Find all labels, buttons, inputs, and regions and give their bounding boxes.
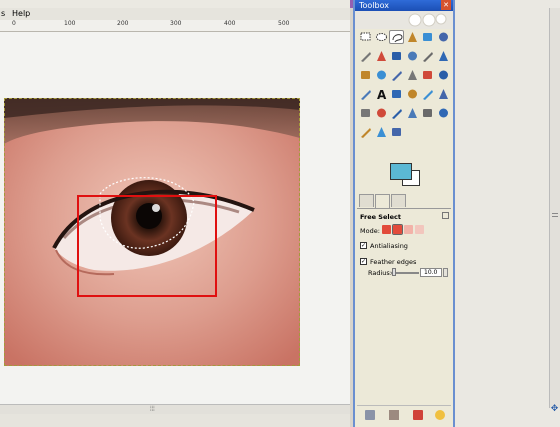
tool-fuzzy-select-icon[interactable] <box>405 30 420 44</box>
delete-options-icon[interactable] <box>413 410 423 420</box>
status-bar <box>0 414 350 427</box>
mode-add-icon[interactable] <box>392 224 403 235</box>
antialiasing-checkbox[interactable]: ✓ <box>360 242 367 249</box>
ruler-tick: 500 <box>278 20 290 27</box>
radius-spinner[interactable] <box>443 268 448 277</box>
tool-perspective-icon[interactable] <box>420 68 435 82</box>
image-window: s Help 0 100 200 300 400 500 ⦙⦙⦙ <box>0 0 350 427</box>
radius-input[interactable]: 10.0 <box>420 268 442 277</box>
restore-options-icon[interactable] <box>389 410 399 420</box>
color-area[interactable] <box>385 160 425 190</box>
feather-edges-label: Feather edges <box>370 258 417 266</box>
tool-flip-icon[interactable] <box>436 68 451 82</box>
mode-label: Mode: <box>360 227 380 235</box>
toolbox-title[interactable]: Toolbox <box>355 0 453 11</box>
tool-text-icon[interactable]: A <box>374 87 389 101</box>
ruler-tick: 200 <box>117 20 129 27</box>
tool-cage-transform-icon[interactable] <box>358 87 373 101</box>
toolbox-bottom-buttons <box>357 405 451 424</box>
tool-paintbrush-icon[interactable] <box>436 87 451 101</box>
tool-smudge-icon[interactable] <box>374 125 389 139</box>
tool-dodge-burn-icon[interactable] <box>389 125 404 139</box>
tab-menu-icon[interactable] <box>442 212 449 219</box>
tool-airbrush-icon[interactable] <box>374 106 389 120</box>
tool-scale-icon[interactable] <box>389 68 404 82</box>
tool-blur-icon[interactable] <box>358 125 373 139</box>
svg-text:A: A <box>377 88 387 101</box>
mode-subtract-icon[interactable] <box>404 225 413 234</box>
horizontal-ruler: 0 100 200 300 400 500 <box>0 20 350 32</box>
tool-align-icon[interactable] <box>436 49 451 63</box>
toolbox-window: Toolbox ✕ A Free Select Mode: ✓ Antialia… <box>353 0 455 427</box>
toolbox-drop-area <box>355 11 453 29</box>
empty-workspace <box>455 0 560 427</box>
ruler-tick: 100 <box>64 20 76 27</box>
menu-help[interactable]: Help <box>12 9 30 18</box>
tool-crop-icon[interactable] <box>358 68 373 82</box>
tool-perspective-clone-icon[interactable] <box>436 106 451 120</box>
tool-foreground-select-icon[interactable] <box>436 30 451 44</box>
tool-ellipse-select-icon[interactable] <box>374 30 389 44</box>
tab-device-status-icon[interactable] <box>391 194 406 207</box>
tool-options-title: Free Select <box>360 213 401 221</box>
tool-color-picker-icon[interactable] <box>374 49 389 63</box>
tool-scissors-select-icon[interactable] <box>420 30 435 44</box>
ruler-tick: 400 <box>224 20 236 27</box>
menubar: s Help <box>0 8 350 20</box>
image-boundary <box>4 98 300 366</box>
close-icon[interactable]: ✕ <box>441 0 451 10</box>
canvas-area[interactable] <box>0 32 350 404</box>
ruler-tick: 300 <box>170 20 182 27</box>
menu-item-partial[interactable]: s <box>1 9 5 18</box>
navigate-icon[interactable]: ✥ <box>549 404 560 415</box>
tool-ink-icon[interactable] <box>389 106 404 120</box>
ruler-tick: 0 <box>12 20 16 27</box>
foreground-color-swatch[interactable] <box>390 163 412 180</box>
tool-bucket-fill-icon[interactable] <box>389 87 404 101</box>
tool-zoom-icon[interactable] <box>389 49 404 63</box>
tool-free-select-icon[interactable] <box>389 30 404 44</box>
dock-tabs <box>357 193 451 209</box>
tool-pencil-icon[interactable] <box>420 87 435 101</box>
tool-paths-icon[interactable] <box>358 49 373 63</box>
tab-free-select-icon[interactable] <box>375 194 390 208</box>
reset-options-icon[interactable] <box>435 410 445 420</box>
tool-shear-icon[interactable] <box>405 68 420 82</box>
tool-blend-icon[interactable] <box>405 87 420 101</box>
horizontal-scrollbar[interactable]: ⦙⦙⦙ <box>0 404 350 414</box>
feather-edges-checkbox[interactable]: ✓ <box>360 258 367 265</box>
radius-label: Radius: <box>368 269 392 277</box>
mode-intersect-icon[interactable] <box>415 225 424 234</box>
tool-rect-select-icon[interactable] <box>358 30 373 44</box>
tab-tool-options-icon[interactable] <box>359 194 374 207</box>
tool-rotate-icon[interactable] <box>374 68 389 82</box>
tool-clone-icon[interactable] <box>405 106 420 120</box>
tool-move-icon[interactable] <box>420 49 435 63</box>
antialiasing-label: Antialiasing <box>370 242 408 250</box>
tool-heal-icon[interactable] <box>420 106 435 120</box>
radius-slider-handle[interactable] <box>392 268 396 276</box>
tool-eraser-icon[interactable] <box>358 106 373 120</box>
tool-measure-icon[interactable] <box>405 49 420 63</box>
mode-replace-icon[interactable] <box>382 225 391 234</box>
save-options-icon[interactable] <box>365 410 375 420</box>
vertical-scrollbar[interactable] <box>549 8 560 408</box>
